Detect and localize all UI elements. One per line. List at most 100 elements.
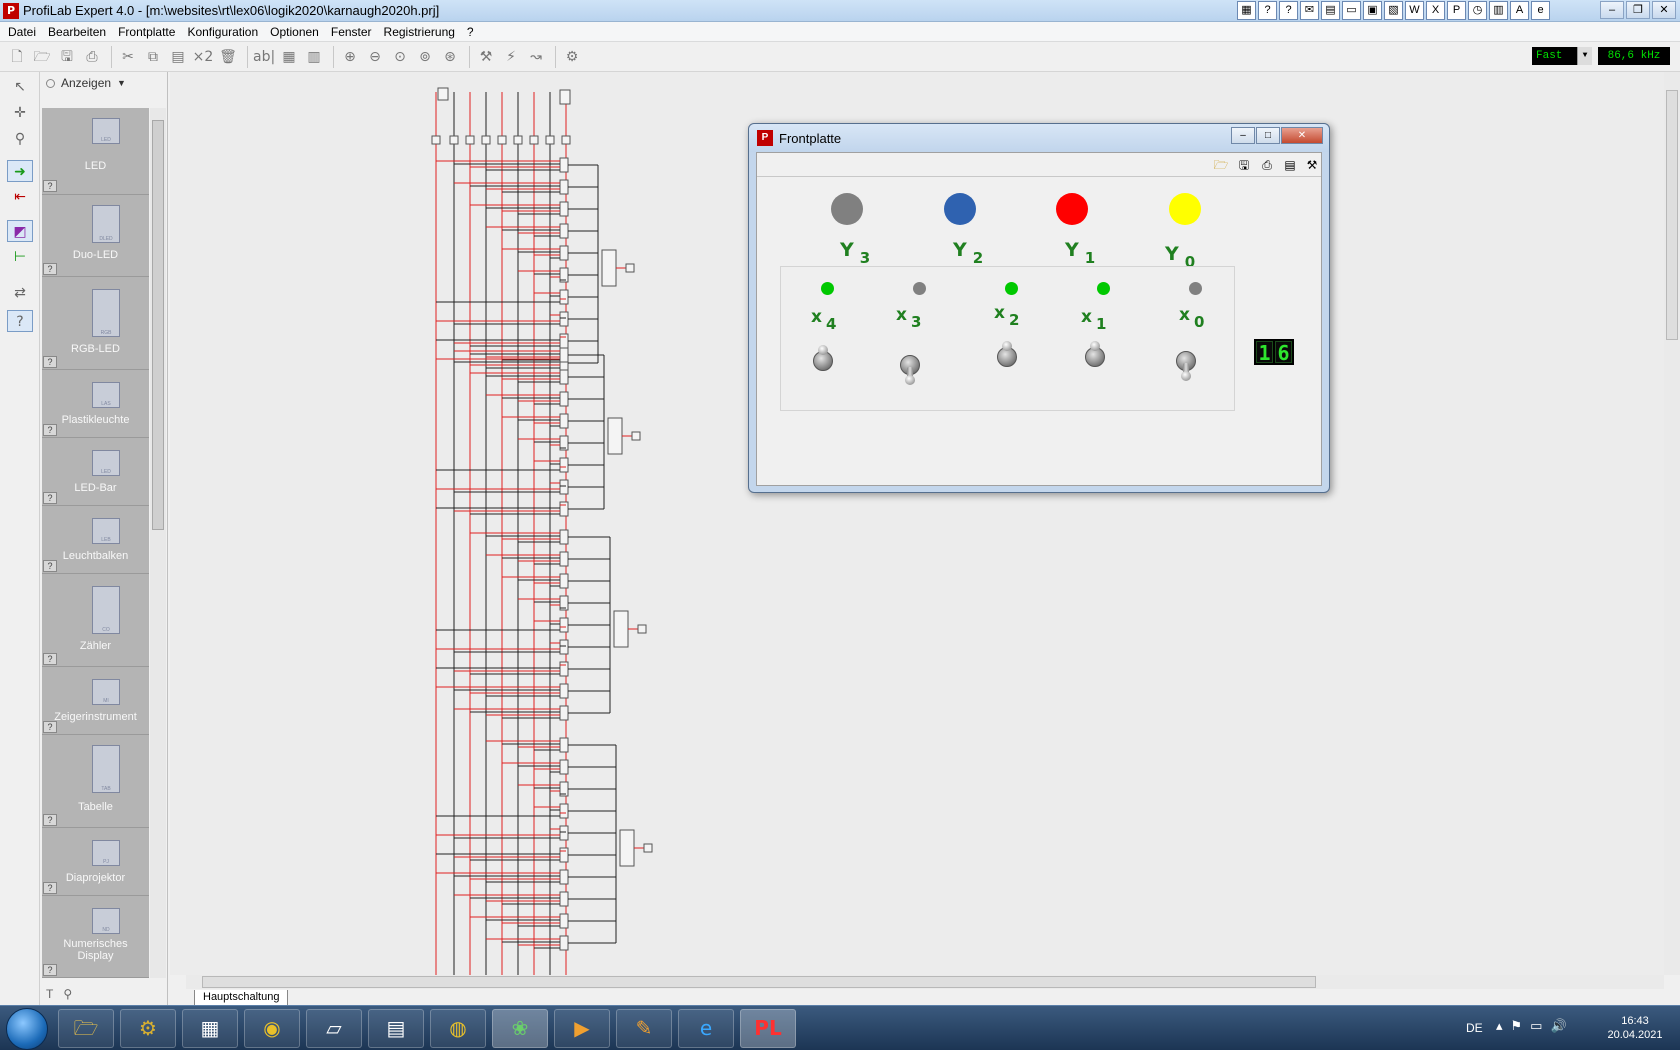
toggle-switch-x0[interactable]: [1174, 347, 1198, 381]
search-icon[interactable]: ⚲: [63, 987, 72, 1001]
save-icon[interactable]: 🖫: [1235, 156, 1253, 174]
chrome-task-button[interactable]: ◉: [244, 1009, 300, 1048]
chevron-down-icon[interactable]: ▼: [117, 78, 126, 88]
word-icon[interactable]: W: [1405, 1, 1424, 20]
toggle-switch-x1[interactable]: [1083, 341, 1107, 369]
speed-select[interactable]: Fast: [1532, 47, 1592, 65]
text-tool-icon[interactable]: T: [46, 987, 53, 1001]
zoom-window-icon[interactable]: ⊚: [414, 46, 436, 68]
minimize-button[interactable]: –: [1600, 1, 1624, 19]
excel-icon[interactable]: X: [1426, 1, 1445, 20]
print-icon[interactable]: ⎙: [81, 46, 103, 68]
chart-icon[interactable]: ▥: [1489, 1, 1508, 20]
open-folder-icon[interactable]: 🗁: [31, 46, 53, 68]
scrollbar-thumb[interactable]: [1666, 90, 1678, 340]
minimize-button[interactable]: –: [1231, 127, 1255, 144]
component-icon[interactable]: ⊢: [7, 246, 33, 268]
tools-icon[interactable]: ⚒: [475, 46, 497, 68]
gear-app-task-button[interactable]: ⚙: [120, 1009, 176, 1048]
clipboard-icon[interactable]: ▤: [1321, 1, 1340, 20]
restore-button[interactable]: ❐: [1626, 1, 1650, 19]
menu-bearbeiten[interactable]: Bearbeiten: [42, 25, 112, 39]
globe-app-task-button[interactable]: ◍: [430, 1009, 486, 1048]
cut-icon[interactable]: ✂: [117, 46, 139, 68]
library-item[interactable]: MI Zeigerinstrument ?: [42, 667, 149, 735]
window-app-task-button[interactable]: ▱: [306, 1009, 362, 1048]
zoom-all-icon[interactable]: ⊛: [439, 46, 461, 68]
zoom-in-icon[interactable]: ⊕: [339, 46, 361, 68]
card-icon[interactable]: ▭: [1342, 1, 1361, 20]
calculator-task-button[interactable]: ▤: [368, 1009, 424, 1048]
help-mark[interactable]: ?: [43, 560, 57, 572]
notes-icon[interactable]: ▧: [1384, 1, 1403, 20]
close-button[interactable]: ✕: [1652, 1, 1676, 19]
help-mark[interactable]: ?: [43, 653, 57, 665]
system-tray-icons[interactable]: ▴⚑▭🔊: [1496, 1019, 1575, 1034]
grid-icon[interactable]: ▦: [278, 46, 300, 68]
library-filter[interactable]: Anzeigen ▼: [40, 72, 167, 94]
duplicate-button[interactable]: ×2: [192, 46, 214, 68]
library-item[interactable]: CO Zähler ?: [42, 574, 149, 667]
menu-registrierung[interactable]: Registrierung: [378, 25, 461, 39]
save-icon[interactable]: 🖫: [56, 46, 78, 68]
filter-radio[interactable]: [46, 78, 55, 88]
route-icon[interactable]: ↝: [525, 46, 547, 68]
library-item[interactable]: LAS Plastikleuchte ?: [42, 370, 149, 438]
crosshair-icon[interactable]: ✛: [7, 102, 33, 124]
delete-icon[interactable]: 🗑: [217, 46, 239, 68]
magnifier-icon[interactable]: ⚲: [7, 128, 33, 150]
frontpanel-toggle-icon[interactable]: ◩: [7, 220, 33, 242]
copy-icon[interactable]: ⧉: [142, 46, 164, 68]
wire-icon[interactable]: ⚡: [500, 46, 522, 68]
library-item[interactable]: LED LED-Bar ?: [42, 438, 149, 506]
columns-icon[interactable]: ▥: [303, 46, 325, 68]
start-button[interactable]: [6, 1008, 48, 1050]
library-item[interactable]: LED LED ?: [42, 108, 149, 195]
text-tool-button[interactable]: ab|: [253, 46, 275, 68]
edge-task-button[interactable]: e: [678, 1009, 734, 1048]
document-icon[interactable]: ▣: [1363, 1, 1382, 20]
help-mark[interactable]: ?: [43, 180, 57, 192]
help-mark[interactable]: ?: [43, 964, 57, 976]
paste-icon[interactable]: ▤: [1281, 156, 1299, 174]
toggle-switch-x4[interactable]: [811, 345, 835, 373]
menu-frontplatte[interactable]: Frontplatte: [112, 25, 181, 39]
menu-help[interactable]: ?: [461, 25, 480, 39]
clock-icon[interactable]: ◷: [1468, 1, 1487, 20]
scrollbar-thumb[interactable]: [202, 976, 1316, 988]
tools-icon[interactable]: ⚒: [1303, 156, 1321, 174]
menu-fenster[interactable]: Fenster: [325, 25, 378, 39]
canvas-vertical-scrollbar[interactable]: [1664, 72, 1680, 975]
library-item[interactable]: DLED Duo-LED ?: [42, 195, 149, 277]
open-folder-icon[interactable]: 🗁: [1212, 156, 1230, 174]
toggle-switch-x2[interactable]: [995, 341, 1019, 369]
help-icon-2[interactable]: ?: [1279, 1, 1298, 20]
help-icon[interactable]: ?: [1258, 1, 1277, 20]
clock[interactable]: 16:43 20.04.2021: [1600, 1014, 1670, 1042]
menu-datei[interactable]: Datei: [2, 25, 42, 39]
media-player-task-button[interactable]: ▶: [554, 1009, 610, 1048]
pointer-icon[interactable]: ↖: [7, 76, 33, 98]
powerpoint-icon[interactable]: P: [1447, 1, 1466, 20]
chip-app-task-button[interactable]: ▦: [182, 1009, 238, 1048]
library-item[interactable]: RGB RGB-LED ?: [42, 277, 149, 370]
profilab-task-button[interactable]: PL: [740, 1009, 796, 1048]
run-arrow-icon[interactable]: ➜: [7, 160, 33, 182]
zoom-fit-icon[interactable]: ⊙: [389, 46, 411, 68]
sheet-tab-hauptschaltung[interactable]: Hauptschaltung: [194, 990, 289, 1006]
help-mark[interactable]: ?: [43, 356, 57, 368]
library-item[interactable]: LEB Leuchtbalken ?: [42, 506, 149, 574]
menu-optionen[interactable]: Optionen: [264, 25, 325, 39]
library-item[interactable]: PJ Diaprojektor ?: [42, 828, 149, 896]
help-mark[interactable]: ?: [43, 424, 57, 436]
print-icon[interactable]: ⎙: [1258, 156, 1276, 174]
swap-icon[interactable]: ⇄: [7, 282, 33, 304]
library-item[interactable]: ND Numerisches Display ?: [42, 896, 149, 978]
help-mark[interactable]: ?: [43, 814, 57, 826]
help-mark[interactable]: ?: [43, 492, 57, 504]
close-button[interactable]: ✕: [1281, 127, 1323, 144]
explorer-task-button[interactable]: 🗁: [58, 1009, 114, 1048]
paste-icon[interactable]: ▤: [167, 46, 189, 68]
keyboard-language[interactable]: DE: [1466, 1021, 1483, 1035]
library-item[interactable]: TAB Tabelle ?: [42, 735, 149, 828]
